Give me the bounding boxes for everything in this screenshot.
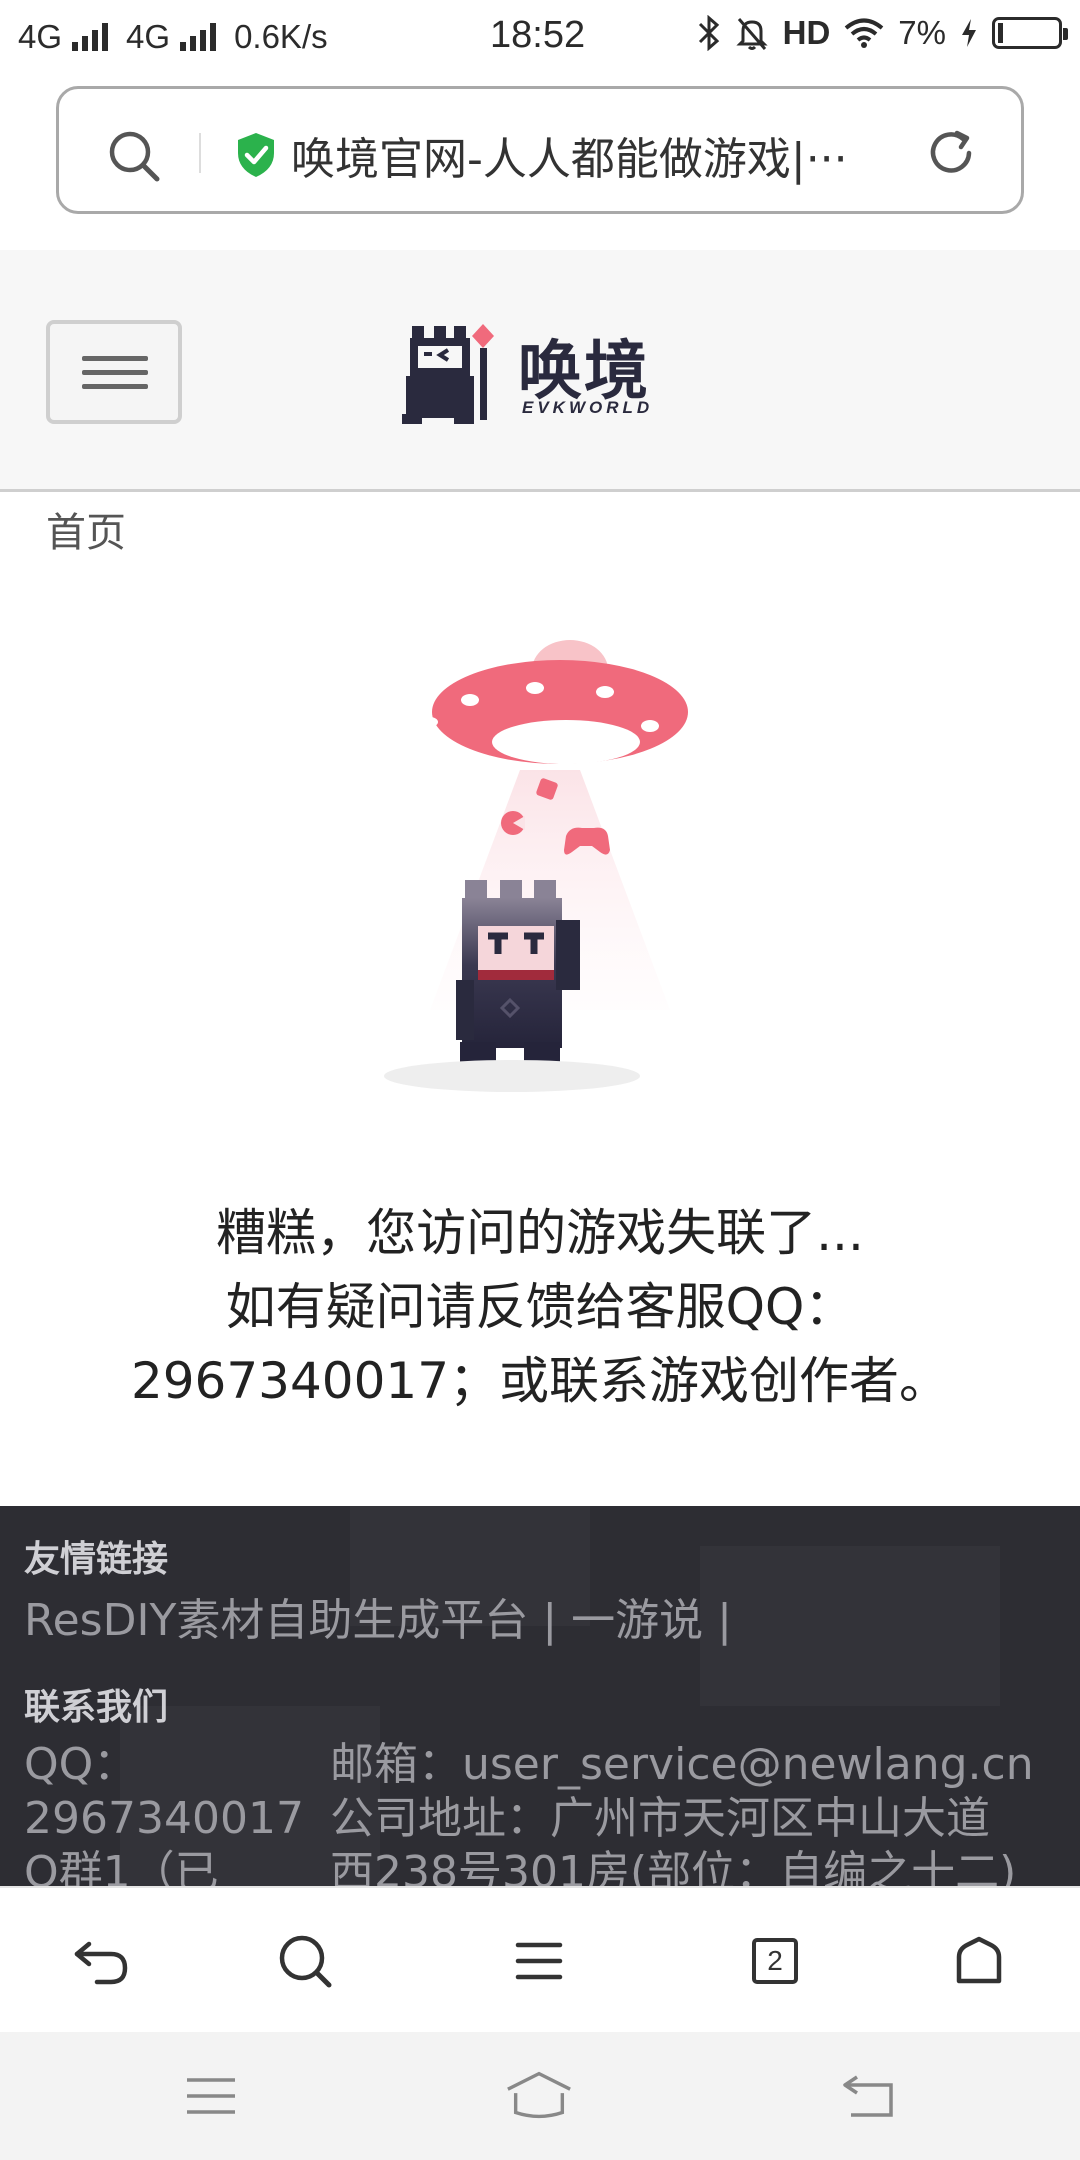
charging-icon — [962, 19, 976, 47]
breadcrumb[interactable]: 首页 — [46, 500, 126, 558]
site-header: 唤境 EVKWORLD — [0, 250, 1080, 492]
tabs-button[interactable]: 2 — [740, 1926, 810, 1996]
bluetooth-icon — [698, 15, 719, 51]
status-bar: 4G 4G 0.6K/s 18:52 HD 7% — [0, 0, 1080, 74]
wifi-icon — [845, 18, 884, 48]
mute-bell-icon — [736, 18, 768, 50]
error-message-line-1: 糟糕，您访问的游戏失联了... — [216, 1204, 864, 1262]
link-separator: | — [703, 1595, 732, 1646]
site-footer: 友情链接 ResDIY素材自助生成平台 | 一游说 | 联系我们 QQ： 296… — [0, 1506, 1080, 1886]
friend-links-title: 友情链接 — [24, 1539, 169, 1580]
menu-icon — [515, 1942, 563, 1980]
status-left: 4G 4G 0.6K/s — [18, 18, 328, 56]
address-divider — [199, 133, 201, 173]
qq-number: 2967340017 — [24, 1793, 304, 1844]
home-button[interactable] — [944, 1926, 1014, 1996]
network-label-1: 4G — [18, 18, 63, 55]
menu-toggle-button[interactable] — [46, 320, 182, 424]
network-speed: 0.6K/s — [234, 18, 328, 55]
error-message: 糟糕，您访问的游戏失联了... 如有疑问请反馈给客服QQ： 2967340017… — [0, 1196, 1080, 1418]
secure-shield-icon — [238, 133, 274, 177]
link-separator: | — [528, 1595, 572, 1646]
address-bar-area: 唤境官网-人人都能做游戏|··· — [0, 74, 1080, 250]
back-arrow-icon — [74, 1941, 128, 1985]
lost-game-illustration — [384, 640, 688, 1092]
system-home-button[interactable] — [504, 2068, 574, 2124]
hd-label: HD — [782, 14, 831, 51]
recent-apps-icon — [187, 2078, 235, 2114]
url-text[interactable]: 唤境官网-人人都能做游戏|··· — [291, 123, 931, 187]
qq-label: QQ： — [24, 1739, 138, 1790]
reload-icon[interactable] — [923, 125, 979, 181]
error-message-line-2: 如有疑问请反馈给客服QQ： — [225, 1278, 855, 1336]
site-logo[interactable]: 唤境 EVKWORLD — [402, 318, 692, 428]
menu-button[interactable] — [504, 1926, 574, 1996]
search-icon[interactable] — [107, 129, 161, 183]
back-button[interactable] — [66, 1926, 136, 1996]
mascot-logo-icon — [402, 324, 494, 424]
system-back-button[interactable] — [834, 2068, 904, 2124]
search-button[interactable] — [270, 1926, 340, 1996]
battery-percent: 7% — [898, 14, 946, 51]
contact-email[interactable]: 邮箱：user_service@newlang.cn — [330, 1738, 1070, 1792]
company-address-line-2: 西238号301房(部位：自编之十二) — [330, 1847, 1017, 1886]
status-right: HD 7% — [697, 14, 1068, 52]
friend-links: ResDIY素材自助生成平台 | 一游说 | — [24, 1584, 732, 1648]
contact-qq-column: QQ： 2967340017 Q群1（已 — [24, 1738, 324, 1886]
network-label-2: 4G — [126, 18, 171, 55]
contact-address-column: 邮箱：user_service@newlang.cn 公司地址：广州市天河区中山… — [330, 1738, 1070, 1886]
signal-icon — [72, 23, 109, 51]
battery-icon — [992, 17, 1068, 49]
clock: 18:52 — [490, 14, 586, 56]
home-outline-icon — [507, 2071, 571, 2119]
logo-subtitle: EVKWORLD — [522, 398, 654, 417]
error-message-line-3: 2967340017；或联系游戏创作者。 — [130, 1352, 950, 1410]
back-icon — [843, 2075, 893, 2117]
system-nav-bar — [0, 2032, 1080, 2160]
contact-title: 联系我们 — [24, 1687, 169, 1728]
recent-apps-button[interactable] — [176, 2068, 246, 2124]
friend-link-resdiy[interactable]: ResDIY素材自助生成平台 — [24, 1595, 528, 1646]
friend-link-yiyoushuo[interactable]: 一游说 — [571, 1595, 703, 1646]
browser-toolbar: 2 — [0, 1886, 1080, 2032]
address-bar[interactable]: 唤境官网-人人都能做游戏|··· — [56, 86, 1024, 214]
tab-count: 2 — [752, 1938, 798, 1984]
search-icon — [279, 1935, 332, 1988]
company-address-line-1: 公司地址：广州市天河区中山大道 — [330, 1793, 990, 1844]
qq-group: Q群1（已 — [24, 1847, 219, 1886]
signal-icon — [180, 23, 217, 51]
home-icon — [956, 1936, 1002, 1984]
